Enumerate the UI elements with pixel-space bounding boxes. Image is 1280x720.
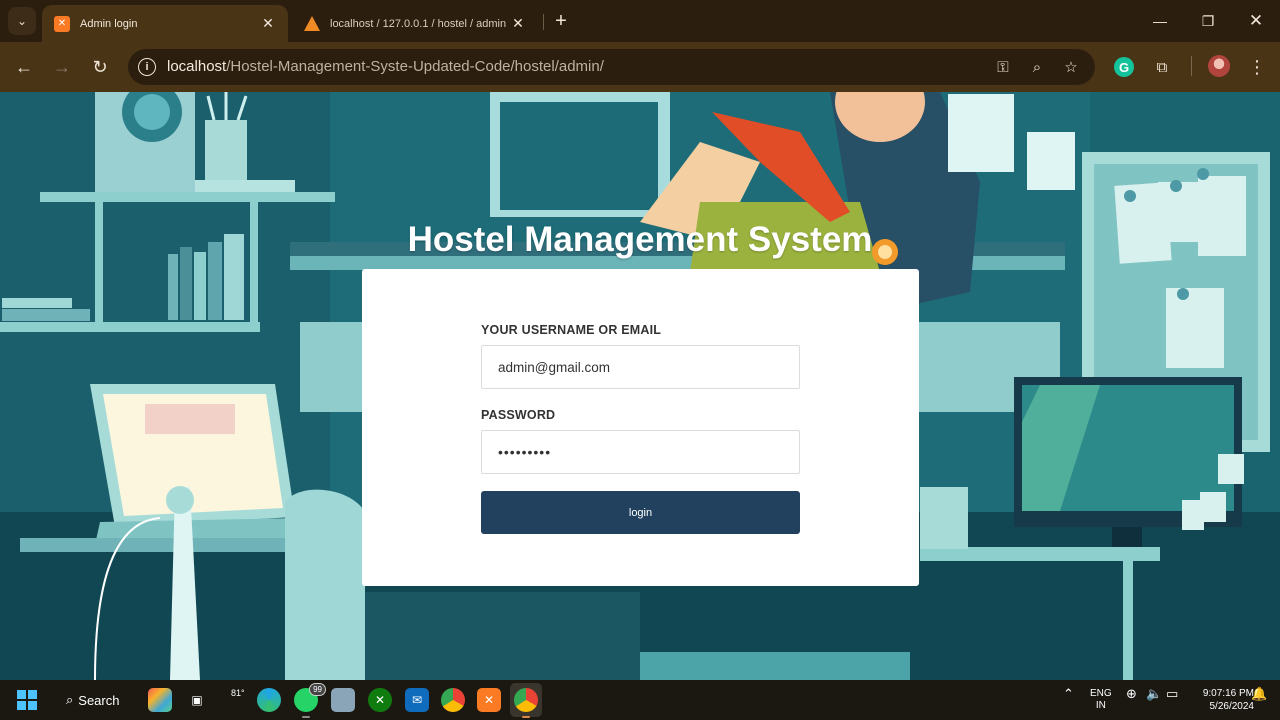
page-title: Hostel Management System bbox=[407, 220, 873, 259]
xampp-icon[interactable]: ✕ bbox=[477, 688, 501, 712]
minimize-button[interactable]: — bbox=[1136, 0, 1184, 42]
system-clock[interactable]: 9:07:16 PM 5/26/2024 bbox=[1184, 687, 1254, 713]
arrow-left-icon: ← bbox=[15, 56, 33, 77]
taskbar-search[interactable]: ⌕ Search bbox=[52, 684, 132, 716]
username-field[interactable]: admin@gmail.com bbox=[481, 345, 800, 389]
close-icon[interactable]: ✕ bbox=[260, 15, 276, 32]
bookmark-star-icon[interactable]: ☆ bbox=[1061, 57, 1081, 77]
extensions-puzzle-icon[interactable]: ⧉ bbox=[1150, 55, 1174, 79]
search-label: Search bbox=[78, 692, 120, 708]
chevron-up-icon[interactable]: ⌃ bbox=[1063, 687, 1074, 700]
login-card: YOUR USERNAME OR EMAIL admin@gmail.com P… bbox=[362, 269, 919, 586]
close-window-button[interactable]: ✕ bbox=[1232, 0, 1280, 42]
language-line2: IN bbox=[1095, 700, 1106, 711]
chevron-down-icon: ⌄ bbox=[16, 14, 28, 28]
xbox-icon[interactable]: ✕ bbox=[368, 688, 392, 712]
new-tab-button[interactable]: + bbox=[550, 9, 572, 33]
tab-search-button[interactable]: ⌄ bbox=[8, 7, 36, 35]
tab-title: Admin login bbox=[80, 17, 138, 30]
browser-toolbar: ← → ↻ i localhost/Hostel-Management-Syst… bbox=[0, 42, 1280, 92]
profile-avatar[interactable] bbox=[1208, 55, 1230, 77]
page-content: Hostel Management System YOUR USERNAME O… bbox=[0, 92, 1280, 680]
windows-logo-icon bbox=[17, 690, 37, 710]
whatsapp-icon[interactable]: 99 bbox=[294, 683, 326, 712]
reload-icon: ↻ bbox=[92, 56, 108, 77]
toolbar-separator bbox=[1191, 56, 1192, 76]
tab-separator bbox=[543, 14, 544, 30]
volume-icon[interactable]: 🔈 bbox=[1146, 687, 1162, 700]
url-text[interactable]: localhost/Hostel-Management-Syste-Update… bbox=[167, 58, 604, 75]
close-icon: ✕ bbox=[1248, 11, 1264, 30]
language-indicator[interactable]: ENG IN bbox=[1090, 688, 1112, 712]
start-button[interactable] bbox=[15, 688, 39, 712]
menu-kebab-icon[interactable]: ⋮ bbox=[1245, 55, 1269, 79]
running-indicator bbox=[522, 716, 530, 718]
address-bar[interactable]: i localhost/Hostel-Management-Syste-Upda… bbox=[128, 49, 1095, 85]
site-info-icon[interactable]: i bbox=[138, 58, 156, 76]
tab-phpmyadmin[interactable]: localhost / 127.0.0.1 / hostel / admin |… bbox=[292, 5, 538, 42]
back-button[interactable]: ← bbox=[10, 53, 38, 81]
notification-bell-icon[interactable]: 🔔 bbox=[1251, 687, 1267, 700]
running-indicator bbox=[302, 716, 310, 718]
clock-date: 5/26/2024 bbox=[1209, 701, 1255, 712]
xampp-icon: ✕ bbox=[54, 15, 70, 32]
weather-temperature[interactable]: 81° bbox=[231, 688, 245, 698]
username-label: YOUR USERNAME OR EMAIL bbox=[481, 323, 662, 337]
password-field[interactable]: ••••••••• bbox=[481, 430, 800, 474]
notification-badge: 99 bbox=[309, 683, 326, 696]
password-key-icon[interactable]: ⚿ bbox=[993, 57, 1013, 77]
login-button[interactable]: login bbox=[481, 491, 800, 534]
outlook-icon[interactable]: ✉ bbox=[405, 688, 429, 712]
chrome-icon[interactable] bbox=[441, 688, 465, 712]
minimize-icon: — bbox=[1153, 13, 1167, 29]
zoom-icon[interactable]: ⌕ bbox=[1027, 57, 1047, 77]
language-line1: ENG bbox=[1090, 688, 1112, 699]
app-icon[interactable] bbox=[331, 688, 355, 712]
network-globe-icon[interactable]: ⊕ bbox=[1126, 687, 1137, 700]
password-label: PASSWORD bbox=[481, 408, 556, 422]
browser-tab-bar: ⌄ ✕ Admin login ✕ localhost / 127.0.0.1 … bbox=[0, 0, 1280, 42]
chrome-icon[interactable] bbox=[514, 688, 538, 712]
search-icon: ⌕ bbox=[66, 692, 74, 707]
close-icon[interactable]: ✕ bbox=[510, 15, 526, 32]
phpmyadmin-icon bbox=[304, 16, 320, 31]
grammarly-extension-icon[interactable]: G bbox=[1114, 57, 1134, 77]
windows-taskbar: ⌕ Search ▣ 81° 99 ✕ ✉ ✕ ⌃ ENG IN ⊕ 🔈 ▭ 9… bbox=[0, 680, 1280, 720]
url-path: /Hostel-Management-Syste-Updated-Code/ho… bbox=[226, 58, 604, 75]
battery-icon[interactable]: ▭ bbox=[1166, 687, 1178, 700]
url-host: localhost bbox=[167, 58, 227, 75]
arrow-right-icon: → bbox=[53, 56, 71, 77]
tab-admin-login[interactable]: ✕ Admin login ✕ bbox=[42, 5, 288, 42]
forward-button[interactable]: → bbox=[48, 53, 76, 81]
restore-button[interactable]: ❐ bbox=[1184, 0, 1232, 42]
task-view-icon[interactable]: ▣ bbox=[185, 688, 209, 712]
restore-icon: ❐ bbox=[1201, 12, 1215, 29]
edge-icon[interactable] bbox=[257, 688, 281, 712]
tab-title: localhost / 127.0.0.1 / hostel / admin |… bbox=[330, 17, 510, 30]
reload-button[interactable]: ↻ bbox=[86, 53, 114, 81]
clock-time: 9:07:16 PM bbox=[1202, 688, 1254, 699]
copilot-icon[interactable] bbox=[148, 688, 172, 712]
